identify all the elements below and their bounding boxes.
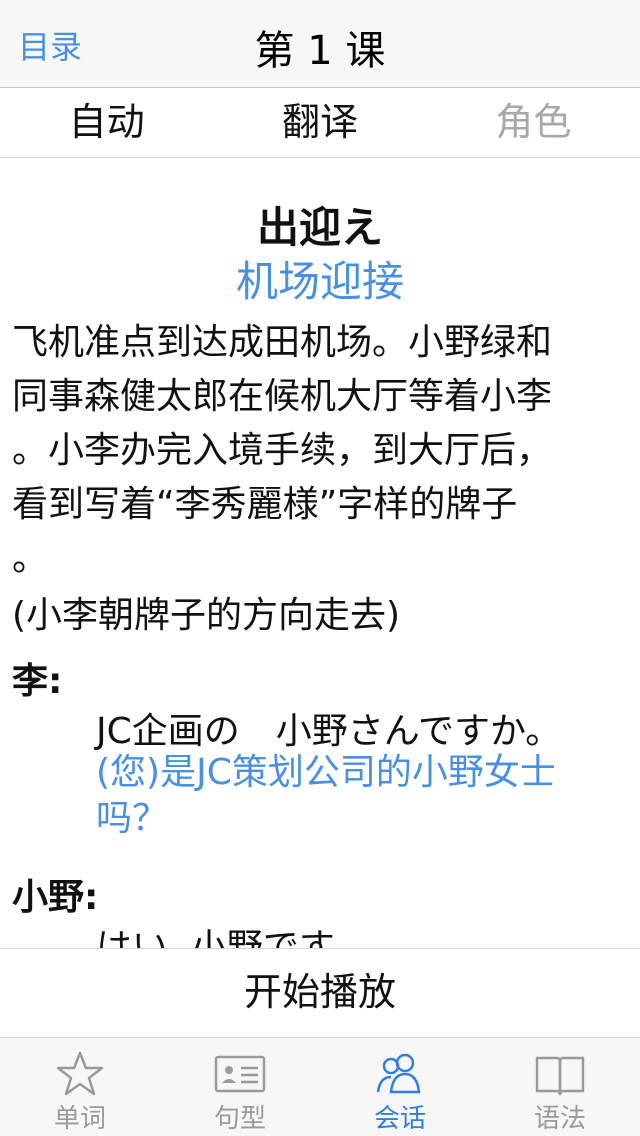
tab-sentence-patterns[interactable]: 句型 (160, 1038, 320, 1136)
tab-vocabulary[interactable]: 单词 (0, 1038, 160, 1136)
lesson-title: 出迎え (256, 203, 383, 252)
translation-line: (您)是JC策划公司的小野女士 (96, 752, 556, 793)
tab-grammar[interactable]: 语法 (480, 1038, 640, 1136)
book-icon (535, 1056, 585, 1096)
page-title: 第 1 课 (254, 28, 386, 74)
navigation-bar: 目录 第 1 课 (0, 0, 640, 88)
people-icon (376, 1053, 421, 1094)
intro-line: 飞机准点到达成田机场。小野绿和 (12, 322, 553, 363)
intro-line: 看到写着“李秀麗様”字样的牌子 (12, 484, 518, 525)
conversation-content[interactable]: 出迎え 机场迎接 飞机准点到达成田机场。小野绿和 同事森健太郎在候机大厅等着小李… (0, 158, 640, 948)
intro-line: 。小李办完入境手续，到大厅后， (12, 430, 553, 471)
speaker-ono: 小野: (12, 877, 99, 918)
star-icon (56, 1051, 104, 1096)
tab-label: 会话 (373, 1104, 426, 1134)
lesson-subtitle: 机场迎接 (235, 257, 404, 306)
tab-bar: 单词 句型 会话 语法 (0, 1038, 640, 1136)
start-playback-button[interactable]: 开始播放 (0, 948, 640, 1038)
tab-label: 句型 (213, 1104, 266, 1134)
dialogue-japanese[interactable]: JC企画の 小野さんですか。 (96, 702, 561, 754)
segment-role[interactable]: 角色 (427, 88, 640, 157)
speaker-li: 李: (12, 661, 63, 702)
dialogue-japanese[interactable]: はい, 小野です。 (96, 918, 367, 948)
tab-conversation[interactable]: 会话 (320, 1038, 480, 1136)
stage-direction: (小李朝牌子的方向走去) (12, 595, 401, 636)
intro-line: 同事森健太郎在候机大厅等着小李 (12, 376, 553, 417)
tab-label: 单词 (53, 1104, 106, 1134)
translation-line: 吗？ (96, 798, 169, 839)
mode-segment-bar: 自动 翻译 角色 (0, 88, 640, 158)
intro-line: 。 (12, 538, 49, 579)
dialogue-translation[interactable]: (您)是JC策划公司的小野女士 吗？ (96, 750, 624, 842)
intro-text: 飞机准点到达成田机场。小野绿和 同事森健太郎在候机大厅等着小李 。小李办完入境手… (12, 316, 622, 586)
segment-translate[interactable]: 翻译 (213, 88, 426, 157)
segment-auto[interactable]: 自动 (0, 88, 213, 157)
tab-label: 语法 (533, 1104, 586, 1134)
card-icon (214, 1055, 266, 1093)
